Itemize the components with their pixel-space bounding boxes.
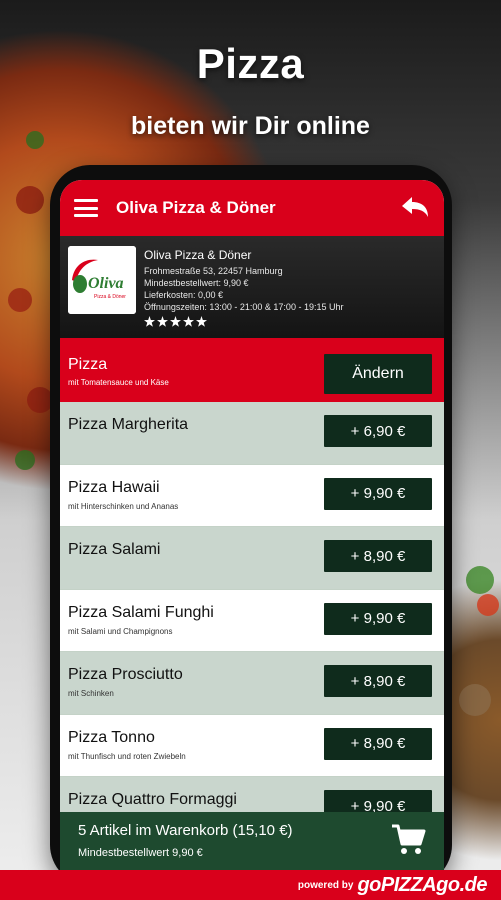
logo-text: Oliva	[88, 275, 124, 292]
hero-title: Pizza	[196, 40, 305, 87]
menu-item-name: Pizza Tonno	[68, 728, 155, 746]
menu-item-name: Pizza Salami Funghi	[68, 603, 214, 621]
add-to-cart-button[interactable]: + 8,90 €	[324, 540, 432, 572]
add-to-cart-button[interactable]: + 9,90 €	[324, 477, 432, 510]
star-icon	[183, 316, 194, 327]
menu-item[interactable]: Pizza Margherita + 6,90 €	[60, 402, 444, 465]
change-category-button[interactable]: Ändern	[324, 354, 432, 394]
app-title: Oliva Pizza & Döner	[116, 198, 276, 217]
brand-logo-text[interactable]: goPIZZAgo.de	[357, 874, 487, 897]
footer-bar: powered by goPIZZAgo.de	[0, 870, 501, 900]
logo-subtext: Pizza & Döner	[94, 294, 126, 300]
menu-item-description: mit Salami und Champignons	[68, 626, 173, 636]
cart-icon[interactable]	[390, 822, 426, 858]
restaurant-logo: Oliva Pizza & Döner	[68, 246, 136, 314]
restaurant-delivery-cost: Lieferkosten: 0,00 €	[144, 290, 224, 300]
back-arrow-icon[interactable]	[400, 195, 430, 221]
menu-item-description: mit Thunfisch und roten Zwiebeln	[68, 751, 186, 761]
cart-bar[interactable]: 5 Artikel im Warenkorb (15,10 €) Mindest…	[60, 812, 444, 870]
star-icon	[170, 316, 181, 327]
menu-item[interactable]: Pizza Salami + 8,90 €	[60, 527, 444, 590]
add-to-cart-button[interactable]: + 9,90 €	[324, 602, 432, 635]
menu-item-name: Pizza Prosciutto	[68, 666, 183, 683]
menu-item-name: Pizza Quattro Formaggi	[68, 791, 237, 808]
app-screen: Oliva Pizza & Döner Oliva Pizza & Döner …	[60, 180, 444, 870]
add-to-cart-button[interactable]: + 8,90 €	[324, 727, 432, 760]
add-to-cart-button[interactable]: + 6,90 €	[324, 415, 432, 447]
menu-item-name: Pizza Hawaii	[68, 478, 160, 496]
app-bar: Oliva Pizza & Döner	[60, 180, 444, 236]
cart-min-order: Mindestbestellwert 9,90 €	[78, 847, 203, 859]
menu-item-name: Pizza Margherita	[68, 416, 189, 433]
menu-item[interactable]: Pizza Prosciutto mit Schinken + 8,90 €	[60, 652, 444, 715]
menu-item-description: mit Schinken	[68, 689, 114, 698]
hero-subtitle: bieten wir Dir online	[131, 112, 370, 140]
star-icon	[144, 316, 155, 327]
add-to-cart-button[interactable]: + 8,90 €	[324, 665, 432, 697]
menu-item-description: mit Hinterschinken und Ananas	[68, 501, 179, 511]
menu-item[interactable]: Pizza Hawaii mit Hinterschinken und Anan…	[60, 464, 444, 527]
rating-stars	[144, 316, 343, 327]
cart-summary: 5 Artikel im Warenkorb (15,10 €)	[78, 822, 293, 839]
star-icon	[196, 316, 207, 327]
restaurant-name: Oliva Pizza & Döner	[144, 248, 252, 262]
menu-item[interactable]: Pizza Tonno mit Thunfisch und roten Zwie…	[60, 714, 444, 777]
hamburger-icon[interactable]	[74, 199, 98, 217]
category-subtitle: mit Tomatensauce und Käse	[68, 378, 169, 387]
star-icon	[157, 316, 168, 327]
menu-item-name: Pizza Salami	[68, 541, 161, 558]
restaurant-info: Oliva Pizza & Döner Oliva Pizza & Döner …	[60, 236, 444, 338]
restaurant-address: Frohmestraße 53, 22457 Hamburg	[144, 266, 283, 276]
menu-item-list: Pizza Margherita + 6,90 € Pizza Hawaii m…	[60, 402, 444, 840]
menu-item[interactable]: Pizza Salami Funghi mit Salami und Champ…	[60, 589, 444, 652]
powered-by-label: powered by	[297, 879, 354, 891]
category-name: Pizza	[68, 356, 108, 373]
restaurant-min-order: Mindestbestellwert: 9,90 €	[144, 278, 249, 288]
restaurant-hours: Öffnungszeiten: 13:00 - 21:00 & 17:00 - …	[144, 302, 344, 312]
